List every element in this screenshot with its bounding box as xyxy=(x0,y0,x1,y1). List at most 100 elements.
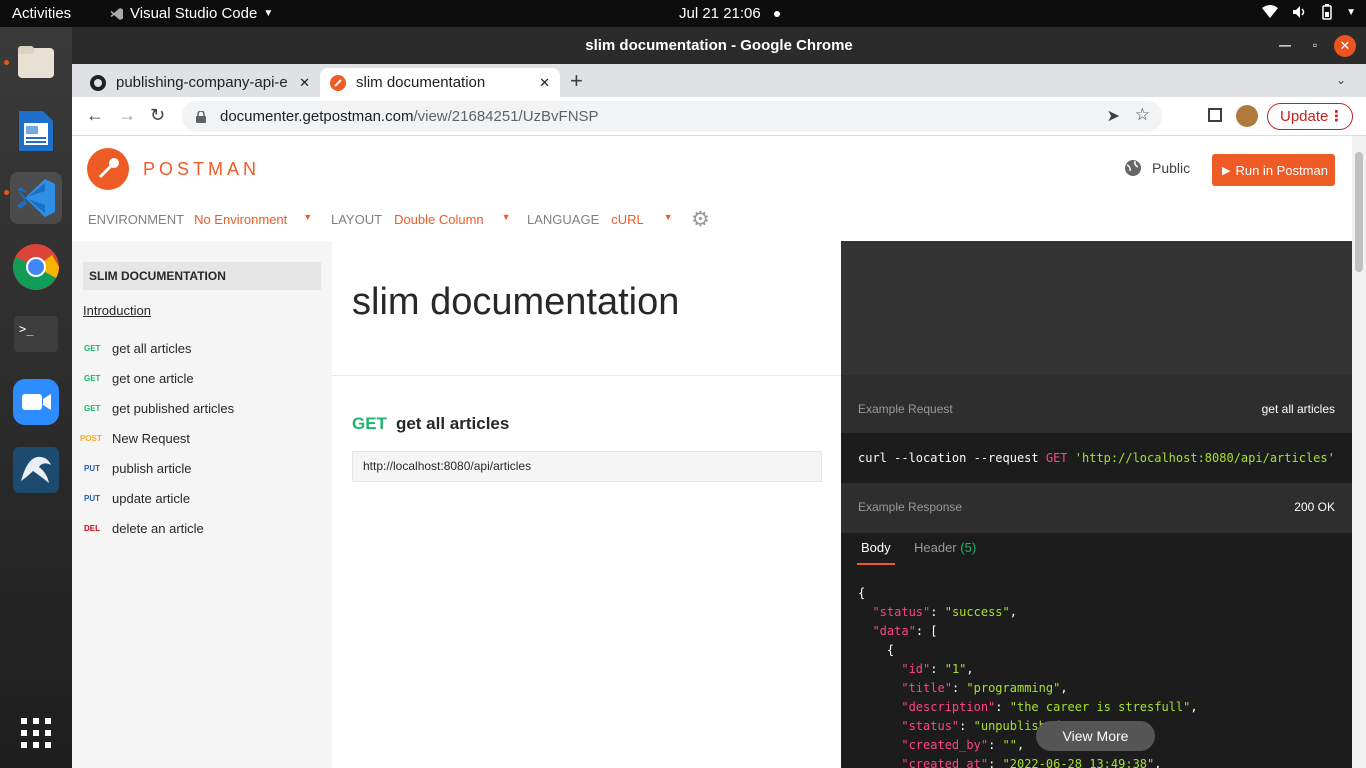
json-line: { xyxy=(858,643,895,657)
sidebar-item[interactable]: POST New Request xyxy=(80,431,190,446)
vscode-icon[interactable] xyxy=(10,172,62,224)
view-more-button[interactable]: View More xyxy=(1036,721,1155,751)
sidebar-item-label: get all articles xyxy=(112,341,192,356)
page-content: POSTMAN Public ▶ Run in Postman ENVIRONM… xyxy=(72,136,1366,768)
page-scrollbar[interactable] xyxy=(1352,136,1366,768)
show-applications-icon[interactable] xyxy=(10,707,62,759)
update-button[interactable]: Update ⋮ xyxy=(1267,103,1353,130)
example-response-label: Example Response xyxy=(858,500,963,514)
json-line: "title": "programming", xyxy=(901,681,1068,695)
writer-icon[interactable] xyxy=(10,105,62,157)
environment-selector[interactable]: ENVIRONMENT No Environment ▼ xyxy=(88,212,312,227)
terminal-icon[interactable]: >_ xyxy=(10,308,62,360)
settings-gear-icon[interactable]: ⚙ xyxy=(691,207,710,232)
window-titlebar[interactable]: slim documentation - Google Chrome — ▫ ✕ xyxy=(72,27,1366,64)
close-tab-icon[interactable]: ✕ xyxy=(299,75,310,91)
wifi-icon xyxy=(1262,5,1279,18)
send-icon[interactable]: ➤ xyxy=(1107,106,1120,126)
chrome-icon[interactable] xyxy=(10,241,62,293)
reload-icon[interactable]: ↻ xyxy=(150,105,165,126)
layout-selector[interactable]: LAYOUT Double Column ▼ xyxy=(331,212,511,227)
back-icon[interactable]: ← xyxy=(86,105,104,126)
env-value: No Environment xyxy=(194,212,288,227)
json-line: "created_at": "2022-06-28 13:49:38", xyxy=(901,757,1162,768)
sidebar-item-label: publish article xyxy=(112,461,192,476)
sidebar-heading[interactable]: SLIM DOCUMENTATION xyxy=(83,262,321,290)
clock[interactable]: Jul 21 21:06 xyxy=(679,5,761,22)
language-value: cURL xyxy=(611,212,644,227)
new-tab-icon[interactable]: + xyxy=(570,68,583,94)
language-dropdown-icon: ▼ xyxy=(663,212,673,222)
language-selector[interactable]: LANGUAGE cURL ▼ xyxy=(527,212,673,227)
bookmark-star-icon[interactable]: ☆ xyxy=(1135,105,1150,125)
page-scrollbar-thumb[interactable] xyxy=(1355,152,1363,272)
lock-icon xyxy=(196,110,206,123)
postman-logo[interactable]: POSTMAN xyxy=(87,148,260,190)
dock: >_ xyxy=(0,27,72,768)
example-panel: Example Request get all articles curl --… xyxy=(841,241,1352,768)
sidebar-item[interactable]: GET get all articles xyxy=(80,341,191,356)
maximize-icon[interactable]: ▫ xyxy=(1304,27,1326,64)
app-name: Visual Studio Code xyxy=(130,5,258,22)
forward-icon[interactable]: → xyxy=(118,105,136,126)
visibility-indicator: Public xyxy=(1124,159,1190,177)
address-bar[interactable]: documenter.getpostman.com/view/21684251/… xyxy=(182,101,1162,132)
curl-method: GET xyxy=(1045,451,1068,465)
activities-button[interactable]: Activities xyxy=(12,5,71,22)
method-badge: GET xyxy=(84,374,101,383)
sidebar-item[interactable]: PUT update article xyxy=(80,491,190,506)
request-method: GET xyxy=(352,414,387,433)
method-badge: PUT xyxy=(84,494,100,503)
sidebar: SLIM DOCUMENTATION Introduction GET get a… xyxy=(72,241,332,768)
sidebar-item-label: update article xyxy=(112,491,191,506)
tab-header[interactable]: Header (5) xyxy=(914,540,976,555)
side-panel-icon[interactable] xyxy=(1208,108,1222,122)
layout-value: Double Column xyxy=(394,212,484,227)
zoom-icon[interactable] xyxy=(10,376,62,428)
window-controls: — ▫ ✕ xyxy=(1274,27,1366,64)
tab-search-chevron-icon[interactable]: ⌄ xyxy=(1336,73,1346,87)
sidebar-item[interactable]: PUT publish article xyxy=(80,461,192,476)
postman-logo-icon xyxy=(87,148,129,190)
vscode-small-icon xyxy=(110,7,123,20)
tab-slim-documentation[interactable]: slim documentation ✕ xyxy=(320,68,560,97)
postman-favicon-icon xyxy=(330,74,346,91)
sidebar-item-label: delete an article xyxy=(112,521,204,536)
env-dropdown-icon: ▼ xyxy=(303,212,313,222)
tab-github[interactable]: publishing-company-api-e ✕ xyxy=(80,68,320,97)
minimize-icon[interactable]: — xyxy=(1274,27,1296,64)
sidebar-item[interactable]: GET get published articles xyxy=(80,401,234,416)
close-window-icon[interactable]: ✕ xyxy=(1334,34,1356,57)
sidebar-item[interactable]: GET get one article xyxy=(80,371,194,386)
sidebar-item[interactable]: DEL delete an article xyxy=(80,521,204,536)
tab-body[interactable]: Body xyxy=(857,540,895,565)
sidebar-item-label: New Request xyxy=(112,431,191,446)
method-badge: GET xyxy=(84,404,101,413)
response-body: Body Header (5) { "status": "success", "… xyxy=(841,533,1352,768)
example-request-label: Example Request xyxy=(858,402,953,416)
json-line: "data": [ xyxy=(872,624,938,638)
curl-block[interactable]: curl --location --request GET 'http://lo… xyxy=(841,433,1352,483)
files-icon[interactable] xyxy=(10,36,62,88)
github-icon xyxy=(90,74,106,91)
sidebar-item-label: get one article xyxy=(112,371,194,386)
mysql-workbench-icon[interactable] xyxy=(10,444,62,496)
request-name: get all articles xyxy=(395,414,510,433)
example-request-header: Example Request get all articles xyxy=(841,375,1352,433)
request-url-text: http://localhost:8080/api/articles xyxy=(363,459,532,473)
example-panel-top xyxy=(841,241,1352,375)
close-tab-icon[interactable]: ✕ xyxy=(539,75,550,91)
tab-body-label: Body xyxy=(861,540,891,555)
tab-label: slim documentation xyxy=(356,74,486,91)
system-menu-chevron-icon: ▼ xyxy=(1346,6,1356,18)
sidebar-introduction-link[interactable]: Introduction xyxy=(83,303,151,318)
run-in-postman-button[interactable]: ▶ Run in Postman xyxy=(1212,154,1335,186)
language-label: LANGUAGE xyxy=(527,212,600,227)
profile-avatar[interactable] xyxy=(1236,105,1258,127)
method-badge: GET xyxy=(84,344,101,353)
system-tray[interactable]: ▼ xyxy=(1262,4,1356,20)
chrome-window: slim documentation - Google Chrome — ▫ ✕… xyxy=(72,27,1366,768)
app-menu[interactable]: Visual Studio Code ▼ xyxy=(110,5,273,22)
request-url[interactable]: http://localhost:8080/api/articles xyxy=(352,451,822,482)
notification-dot xyxy=(774,11,780,17)
